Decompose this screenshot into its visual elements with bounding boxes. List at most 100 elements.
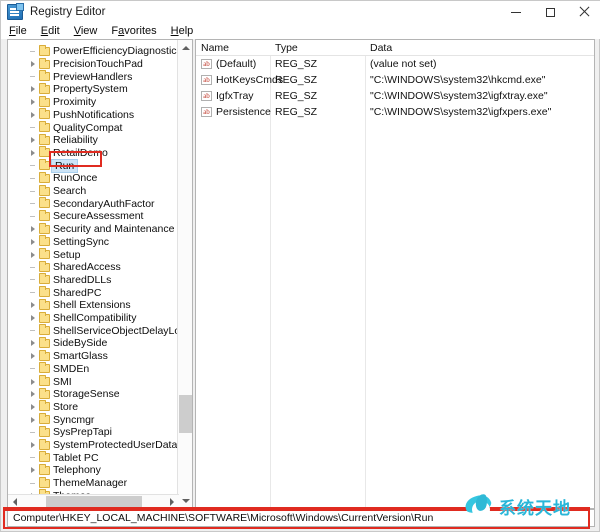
- menu-item-favorites[interactable]: Favorites: [111, 25, 156, 37]
- registry-values-list[interactable]: Name Type Data ab (Default) REG_SZ (value n…: [195, 39, 595, 509]
- tree-horizontal-scroll-thumb[interactable]: [46, 496, 142, 508]
- tree-item-label: PropertySystem: [53, 83, 128, 96]
- tree-item-settingsync[interactable]: SettingSync: [8, 235, 178, 249]
- value-row[interactable]: ab HotKeysCmds REG_SZ "C:\WINDOWS\system32\…: [196, 72, 594, 88]
- tree-item-label: Syncmgr: [53, 413, 95, 426]
- tree-item-telephony[interactable]: Telephony: [8, 463, 178, 477]
- close-button[interactable]: [567, 1, 600, 23]
- tree-item-shell-extensions[interactable]: Shell Extensions: [8, 298, 178, 312]
- tree-item-thememanager[interactable]: ThemeManager: [8, 476, 178, 490]
- menu-item-view[interactable]: View: [74, 25, 98, 37]
- swoosh-logo-icon: [463, 492, 497, 519]
- expand-chevron-icon[interactable]: [26, 249, 39, 261]
- tree-connector-icon: [26, 363, 39, 375]
- registry-key-tree[interactable]: PowerEfficiencyDiagnostics PrecisionTouch…: [7, 39, 193, 509]
- value-row[interactable]: ab (Default) REG_SZ (value not set): [196, 56, 594, 72]
- column-header-name[interactable]: Name: [201, 40, 229, 56]
- maximize-button[interactable]: [533, 1, 567, 23]
- menu-item-file[interactable]: File: [9, 25, 27, 37]
- tree-horizontal-scrollbar[interactable]: [8, 494, 179, 508]
- expand-chevron-icon[interactable]: [26, 350, 39, 362]
- expand-chevron-icon[interactable]: [26, 401, 39, 413]
- tree-item-run[interactable]: Run: [8, 158, 178, 173]
- tree-item-secureassessment[interactable]: SecureAssessment: [8, 209, 178, 223]
- folder-icon: [39, 108, 50, 120]
- tree-item-label: Search: [53, 185, 87, 198]
- tree-item-smartglass[interactable]: SmartGlass: [8, 349, 178, 363]
- expand-chevron-icon[interactable]: [26, 96, 39, 108]
- column-header-type[interactable]: Type: [275, 40, 298, 56]
- expand-chevron-icon[interactable]: [26, 223, 39, 235]
- tree-item-smi[interactable]: SMI: [8, 375, 178, 388]
- expand-chevron-icon[interactable]: [26, 312, 39, 324]
- tree-item-runonce[interactable]: RunOnce: [8, 171, 178, 185]
- expand-chevron-icon[interactable]: [26, 236, 39, 248]
- expand-chevron-icon[interactable]: [26, 299, 39, 311]
- tree-item-storagesense[interactable]: StorageSense: [8, 387, 178, 401]
- tree-item-label: SideBySide: [53, 337, 108, 350]
- tree-item-sharedaccess[interactable]: SharedAccess: [8, 260, 178, 274]
- tree-connector-icon: [26, 172, 39, 184]
- tree-item-setup[interactable]: Setup: [8, 248, 178, 261]
- tree-item-label: StorageSense: [53, 388, 120, 401]
- tree-item-precisiontouchpad[interactable]: PrecisionTouchPad: [8, 57, 178, 71]
- expand-chevron-icon[interactable]: [26, 376, 39, 388]
- tree-item-syspreptapi[interactable]: SysPrepTapi: [8, 425, 178, 439]
- expand-chevron-icon[interactable]: [26, 147, 39, 159]
- tree-vertical-scrollbar[interactable]: [177, 40, 192, 508]
- tree-item-proximity[interactable]: Proximity: [8, 95, 178, 109]
- scroll-up-icon[interactable]: [178, 40, 192, 55]
- folder-icon: [39, 159, 50, 171]
- tree-item-smden[interactable]: SMDEn: [8, 362, 178, 376]
- expand-chevron-icon[interactable]: [26, 464, 39, 476]
- tree-item-powerefficiencydiagnostics[interactable]: PowerEfficiencyDiagnostics: [8, 44, 182, 58]
- folder-icon: [39, 121, 50, 133]
- tree-item-security-and-maintenance[interactable]: Security and Maintenance: [8, 222, 178, 236]
- tree-item-propertysystem[interactable]: PropertySystem: [8, 82, 178, 96]
- folder-icon: [39, 70, 50, 82]
- tree-item-shellserviceobjectdelayload[interactable]: ShellServiceObjectDelayLoad: [8, 324, 192, 337]
- folder-icon: [39, 400, 50, 412]
- scroll-right-icon[interactable]: [165, 495, 179, 508]
- expand-chevron-icon[interactable]: [26, 388, 39, 400]
- scroll-left-icon[interactable]: [8, 495, 22, 508]
- registry-editor-window: Registry Editor File Edit View Favorites Hel…: [0, 0, 600, 532]
- tree-item-previewhandlers[interactable]: PreviewHandlers: [8, 70, 178, 83]
- menu-item-edit[interactable]: Edit: [41, 25, 60, 37]
- minimize-button[interactable]: [499, 1, 533, 23]
- tree-item-label: SmartGlass: [53, 350, 108, 363]
- scroll-down-icon[interactable]: [178, 493, 192, 508]
- tree-item-label: SharedDLLs: [53, 273, 112, 286]
- value-row[interactable]: ab Persistence REG_SZ "C:\WINDOWS\system32\…: [196, 104, 594, 120]
- expand-chevron-icon[interactable]: [26, 134, 39, 146]
- tree-vertical-scroll-thumb[interactable]: [179, 395, 192, 433]
- folder-icon: [39, 235, 50, 247]
- tree-item-shareddlls[interactable]: SharedDLLs: [8, 273, 178, 287]
- value-name: IgfxTray: [216, 90, 254, 102]
- expand-chevron-icon[interactable]: [26, 109, 39, 121]
- menu-item-help[interactable]: Help: [171, 25, 194, 37]
- expand-chevron-icon[interactable]: [26, 58, 39, 70]
- tree-item-syncmgr[interactable]: Syncmgr: [8, 413, 178, 426]
- tree-item-tablet-pc[interactable]: Tablet PC: [8, 451, 178, 464]
- tree-item-pushnotifications[interactable]: PushNotifications: [8, 108, 178, 122]
- tree-item-systemprotecteduserdata[interactable]: SystemProtectedUserData: [8, 438, 178, 452]
- tree-item-shellcompatibility[interactable]: ShellCompatibility: [8, 311, 178, 325]
- tree-item-retaildemo[interactable]: RetailDemo: [8, 146, 178, 160]
- tree-item-qualitycompat[interactable]: QualityCompat: [8, 121, 178, 134]
- expand-chevron-icon[interactable]: [26, 414, 39, 426]
- value-row[interactable]: ab IgfxTray REG_SZ "C:\WINDOWS\system32\igf…: [196, 88, 594, 104]
- tree-item-secondaryauthfactor[interactable]: SecondaryAuthFactor: [8, 197, 178, 210]
- expand-chevron-icon[interactable]: [26, 439, 39, 451]
- tree-item-search[interactable]: Search: [8, 184, 178, 198]
- tree-item-sharedpc[interactable]: SharedPC: [8, 286, 178, 299]
- tree-item-label: SecureAssessment: [53, 210, 144, 223]
- tree-item-store[interactable]: Store: [8, 400, 178, 414]
- expand-chevron-icon[interactable]: [26, 83, 39, 95]
- tree-connector-icon: [26, 71, 39, 83]
- tree-item-sidebyside[interactable]: SideBySide: [8, 336, 178, 350]
- tree-item-reliability[interactable]: Reliability: [8, 133, 178, 147]
- folder-icon: [39, 222, 50, 234]
- column-header-data[interactable]: Data: [370, 40, 392, 56]
- expand-chevron-icon[interactable]: [26, 337, 39, 349]
